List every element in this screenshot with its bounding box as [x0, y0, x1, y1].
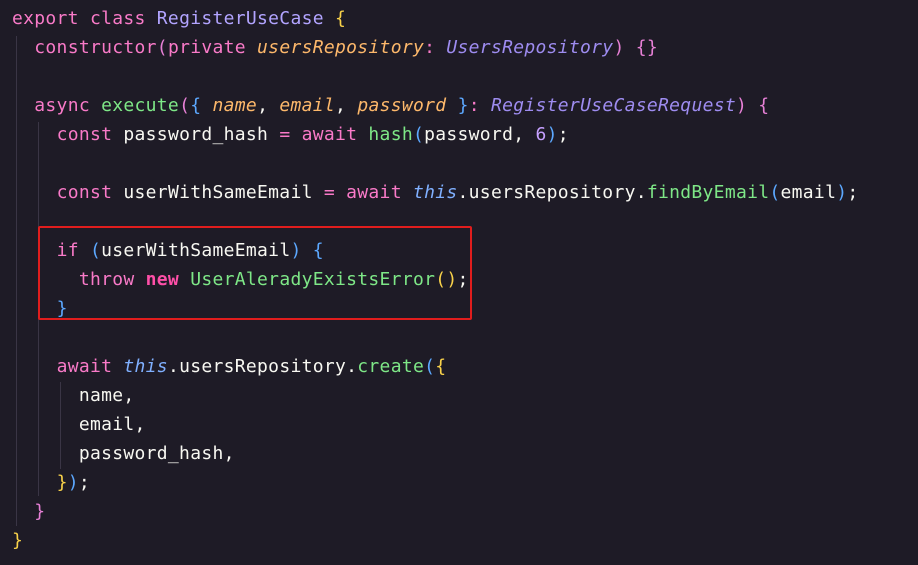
keyword: if — [56, 240, 79, 261]
class-name: RegisterUseCase — [156, 8, 324, 29]
bracket: } — [56, 472, 68, 493]
keyword: throw — [78, 269, 135, 290]
this-keyword: this — [123, 356, 168, 377]
object-property: name, — [78, 385, 135, 406]
keyword: private — [167, 37, 246, 58]
variable: userWithSameEmail — [101, 240, 291, 261]
keyword: constructor — [34, 37, 157, 58]
operator: = — [323, 182, 335, 203]
bracket: ( — [156, 37, 168, 58]
function-name: execute — [101, 95, 180, 116]
bracket: { — [435, 356, 447, 377]
code-line-17: }); — [12, 468, 90, 497]
property-access: .usersRepository. — [457, 182, 647, 203]
code-line-2: constructor(private usersRepository: Use… — [12, 33, 658, 62]
bracket: { — [190, 95, 202, 116]
argument: email — [780, 182, 837, 203]
code-line-18: } — [12, 497, 45, 526]
code-line-11: } — [12, 294, 68, 323]
bracket: ) — [67, 472, 79, 493]
bracket: () — [435, 269, 458, 290]
parameter: password — [357, 95, 447, 116]
code-line-10: throw new UserAleradyExistsError(); — [12, 265, 469, 294]
keyword: await — [346, 182, 402, 203]
operator: : — [468, 95, 480, 116]
keyword: const — [56, 182, 113, 203]
type-name: RegisterUseCaseRequest — [490, 95, 736, 116]
bracket: ( — [89, 240, 102, 261]
punctuation: ; — [78, 472, 90, 493]
bracket: ) — [836, 182, 848, 203]
function-name: create — [357, 356, 425, 377]
bracket: } — [12, 530, 24, 551]
class-name: UserAleradyExistsError — [190, 269, 436, 290]
bracket: ( — [179, 95, 191, 116]
punctuation: , — [335, 95, 347, 116]
bracket: ) — [290, 240, 302, 261]
type-name: UsersRepository — [446, 37, 614, 58]
argument: password, — [424, 124, 525, 145]
code-line-4: async execute({ name, email, password }:… — [12, 91, 769, 120]
bracket: { — [758, 95, 770, 116]
bracket: { — [312, 240, 324, 261]
bracket: } — [56, 298, 68, 319]
function-name: hash — [368, 124, 413, 145]
parameter: email — [279, 95, 336, 116]
punctuation: ; — [847, 182, 859, 203]
code-line-5: const password_hash = await hash(passwor… — [12, 120, 569, 149]
code-line-16: password_hash, — [12, 439, 235, 468]
bracket: {} — [635, 37, 659, 58]
bracket: ) — [546, 124, 558, 145]
bracket: } — [457, 95, 469, 116]
property-access: .usersRepository. — [167, 356, 358, 377]
bracket: ) — [736, 95, 748, 116]
keyword: export — [12, 8, 79, 29]
code-line-9: if (userWithSameEmail) { — [12, 236, 324, 265]
keyword: const — [56, 124, 113, 145]
variable: password_hash — [123, 124, 269, 145]
keyword: await — [56, 356, 113, 377]
operator: = — [279, 124, 291, 145]
code-line-13: await this.usersRepository.create({ — [12, 352, 447, 381]
number-literal: 6 — [535, 124, 547, 145]
keyword: new — [145, 269, 180, 290]
bracket: } — [34, 501, 46, 522]
keyword: await — [301, 124, 358, 145]
keyword: async — [34, 95, 90, 116]
code-line-14: name, — [12, 381, 135, 410]
code-editor[interactable]: export class RegisterUseCase { construct… — [0, 0, 918, 565]
keyword: class — [89, 8, 146, 29]
function-name: findByEmail — [646, 182, 770, 203]
parameter: name — [212, 95, 258, 116]
code-line-19: } — [12, 526, 23, 555]
parameter: usersRepository — [257, 37, 425, 58]
code-line-1: export class RegisterUseCase { — [12, 4, 346, 33]
bracket: { — [335, 8, 347, 29]
code-line-7: const userWithSameEmail = await this.use… — [12, 178, 859, 207]
variable: userWithSameEmail — [123, 182, 313, 203]
bracket: ( — [769, 182, 781, 203]
object-property: email, — [78, 414, 146, 435]
punctuation: ; — [457, 269, 469, 290]
bracket: ( — [412, 124, 425, 145]
bracket: ) — [613, 37, 625, 58]
punctuation: ; — [557, 124, 569, 145]
this-keyword: this — [412, 182, 458, 203]
punctuation: , — [257, 95, 269, 116]
bracket: ( — [424, 356, 436, 377]
operator: : — [424, 37, 436, 58]
object-property: password_hash, — [78, 443, 235, 464]
code-line-15: email, — [12, 410, 146, 439]
